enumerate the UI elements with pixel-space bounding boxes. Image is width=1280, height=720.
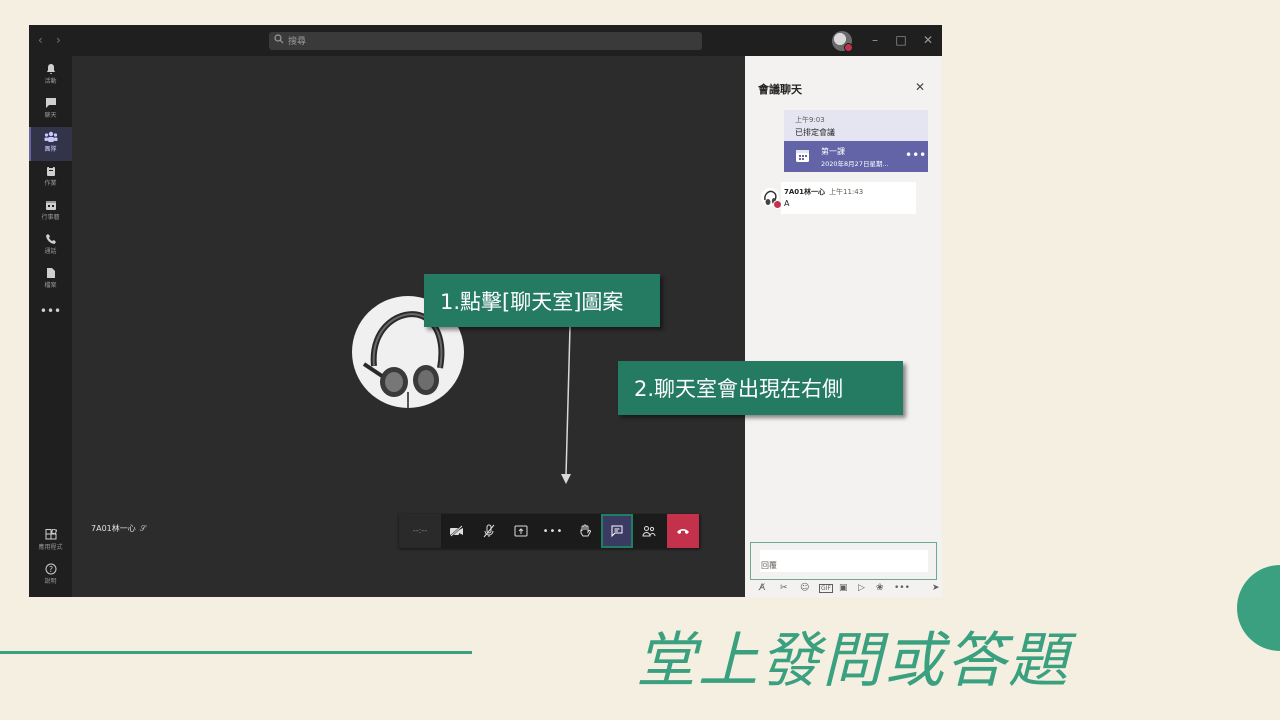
search-input[interactable]: 搜尋 [269,32,702,50]
meet-icon[interactable]: ▷ [858,581,865,595]
camera-off-icon [450,525,463,537]
more-options-icon[interactable]: ••• [905,148,926,162]
share-screen-icon [514,525,528,536]
file-icon [46,268,55,278]
mic-muted-icon: 𝒮 [139,524,146,533]
back-arrow-icon[interactable]: ‹ [38,33,43,47]
raise-hand-button[interactable] [569,514,601,548]
more-actions-button[interactable]: ••• [537,514,569,548]
user-avatar[interactable] [832,31,853,52]
forward-arrow-icon[interactable]: › [56,33,61,47]
bell-icon [46,64,55,74]
rail-item-apps[interactable]: 應用程式 [29,525,72,559]
rail-item-help[interactable]: ? 說明 [29,559,72,593]
divider-line [0,651,472,654]
rail-item-calendar[interactable]: 行事曆 [29,195,72,229]
meeting-card-time: 上午9:03 [795,116,825,124]
svg-text:?: ? [48,565,52,574]
title-bar: ‹ › 搜尋 – □ ✕ [29,25,942,56]
reply-input[interactable] [760,550,928,572]
share-screen-button[interactable] [505,514,537,548]
rail-item-label: 作業 [44,180,57,187]
show-participants-button[interactable] [633,514,665,548]
phone-icon [45,234,56,244]
raise-hand-icon [580,524,591,537]
meeting-scheduled-card: 上午9:03 已排定會議 第一課 2020年8月27日星期... ••• [784,110,928,172]
rail-item-files[interactable]: 檔案 [29,263,72,297]
sticker-icon[interactable]: ▣ [839,581,848,595]
hang-up-button[interactable] [667,514,699,548]
send-icon[interactable]: ➤ [932,581,940,595]
format-icon[interactable]: A̸ [759,581,765,595]
rail-item-label: 聊天 [44,112,57,119]
camera-toggle-button[interactable] [441,514,473,548]
chat-panel-title: 會議聊天 [758,83,802,96]
chat-icon [45,98,56,108]
call-timer: --:-- [399,514,441,548]
busy-status-dot [844,43,853,52]
rail-item-label: 說明 [44,578,57,585]
participants-icon [642,526,656,537]
rail-more-button[interactable]: ••• [29,300,72,320]
meeting-card-title: 第一課 [821,147,845,156]
close-window-icon[interactable]: ✕ [920,32,936,48]
rail-item-chat[interactable]: 聊天 [29,93,72,127]
more-icon[interactable]: ••• [894,581,910,595]
reply-compose-box [750,542,937,580]
mic-toggle-button[interactable] [473,514,505,548]
search-placeholder: 搜尋 [288,37,307,47]
show-chat-button[interactable] [601,514,633,548]
meeting-card-date: 2020年8月27日星期... [821,160,889,168]
message-time: 上午11:43 [829,188,864,196]
help-icon: ? [45,563,56,575]
rail-item-assignments[interactable]: 作業 [29,161,72,195]
attach-icon[interactable]: ✂ [780,581,788,595]
rail-item-label: 通話 [44,248,57,255]
mic-off-icon [483,524,495,538]
meeting-chat-panel: 會議聊天 ✕ 上午9:03 已排定會議 第一課 2020年8月27日星期... … [745,56,942,597]
search-icon [274,34,284,44]
reply-placeholder: 回覆 [761,561,777,570]
rail-item-calls[interactable]: 通話 [29,229,72,263]
calendar-icon [796,150,809,162]
rail-item-label: 活動 [44,78,57,85]
calendar-icon [45,201,56,210]
message-body: A [784,199,790,208]
rail-item-label: 團隊 [44,146,57,153]
meeting-link-card[interactable]: 第一課 2020年8月27日星期... ••• [784,141,928,172]
decorative-circle [1237,565,1280,651]
meeting-card-status: 已排定會議 [795,128,835,137]
teams-icon [44,131,57,142]
call-control-bar: --:-- ••• [399,514,700,548]
more-icon: ••• [542,525,564,537]
meeting-card-header: 上午9:03 已排定會議 [784,110,928,141]
message-author: 7A01林一心 [784,188,826,196]
more-icon: ••• [39,304,62,318]
praise-icon[interactable]: ❀ [876,581,884,595]
maximize-icon[interactable]: □ [893,32,909,48]
participant-name-tag: 7A01林一心 𝒮 [91,523,146,534]
callout-step-2: 2.聊天室會出現在右側 [618,361,903,415]
minimize-icon[interactable]: – [867,32,883,48]
chat-icon [611,525,623,537]
slide-title: 堂上發問或答題 [636,626,1070,696]
gif-icon[interactable]: GIF [819,584,833,593]
emoji-icon[interactable]: ☺ [800,581,809,595]
assignment-icon [46,166,55,176]
rail-item-activity[interactable]: 活動 [29,59,72,93]
rail-item-label: 行事曆 [41,214,60,221]
hang-up-icon [677,529,689,534]
app-rail: 活動 聊天 團隊 作業 行事曆 通話 檔案 ••• 應用程式 ? 說明 [29,56,72,597]
close-chat-icon[interactable]: ✕ [915,80,925,94]
rail-item-label: 應用程式 [38,544,63,551]
apps-icon [45,529,57,540]
chat-message: 7A01林一心 上午11:43 A [781,182,916,214]
rail-item-label: 檔案 [44,282,57,289]
callout-step-1: 1.點擊[聊天室]圖案 [424,274,660,327]
rail-item-teams[interactable]: 團隊 [29,127,72,161]
participant-name: 7A01林一心 [91,524,136,533]
